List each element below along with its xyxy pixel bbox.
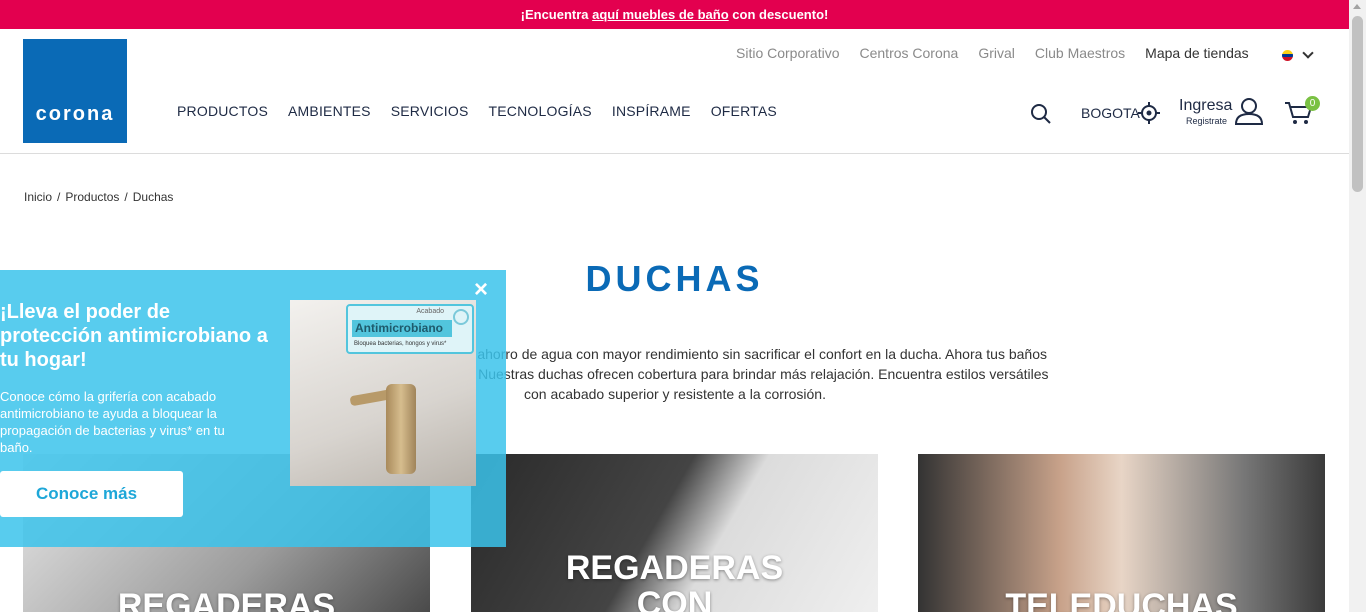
antimicrobial-faucet-image: Acabado Antimicrobiano Bloquea bacterias… bbox=[290, 300, 476, 486]
card-title: REGADERAS bbox=[117, 587, 336, 612]
promo-text-pre: ¡Encuentra bbox=[520, 7, 593, 22]
nav-servicios[interactable]: SERVICIOS bbox=[391, 103, 469, 119]
promo-text-post: con descuento! bbox=[728, 7, 829, 22]
nav-productos[interactable]: PRODUCTOS bbox=[177, 103, 268, 119]
badge-sub: Bloquea bacterias, hongos y virus* bbox=[354, 341, 447, 347]
user-icon[interactable] bbox=[1234, 97, 1264, 125]
register-link[interactable]: Registrate bbox=[1186, 116, 1227, 126]
cart-count-badge: 0 bbox=[1305, 96, 1320, 111]
badge-top: Acabado bbox=[416, 308, 444, 315]
category-card-teleduchas[interactable]: TELEDUCHAS bbox=[918, 454, 1325, 612]
badge-title: Antimicrobiano bbox=[352, 320, 452, 337]
top-link-mapa[interactable]: Mapa de tiendas bbox=[1145, 45, 1249, 61]
corona-logo[interactable]: corona bbox=[23, 39, 127, 143]
scroll-up-arrow[interactable] bbox=[1353, 4, 1361, 9]
site-header: corona Sitio Corporativo Centros Corona … bbox=[0, 29, 1349, 154]
city-selector[interactable]: BOGOTA bbox=[1081, 105, 1140, 121]
popup-title: ¡Lleva el poder de protección antimicrob… bbox=[0, 301, 268, 371]
top-link-corporativo[interactable]: Sitio Corporativo bbox=[736, 45, 840, 61]
login-link[interactable]: Ingresa bbox=[1179, 97, 1232, 115]
category-card-regaderas-con[interactable]: REGADERAS CON bbox=[471, 454, 878, 612]
search-icon[interactable] bbox=[1030, 103, 1052, 125]
promo-bar: ¡Encuentra aquí muebles de baño con desc… bbox=[0, 0, 1349, 29]
promo-link[interactable]: aquí muebles de baño bbox=[592, 7, 729, 22]
faucet-body bbox=[386, 384, 416, 474]
scrollbar[interactable] bbox=[1349, 0, 1366, 612]
card-title: REGADERAS CON bbox=[565, 549, 784, 612]
promo-popup: ¡Lleva el poder de protección antimicrob… bbox=[0, 270, 506, 547]
close-icon[interactable]: × bbox=[474, 278, 488, 302]
top-link-grival[interactable]: Grival bbox=[978, 45, 1015, 61]
top-link-centros[interactable]: Centros Corona bbox=[860, 45, 959, 61]
shield-icon bbox=[453, 309, 469, 325]
location-target-icon[interactable] bbox=[1138, 102, 1160, 124]
breadcrumb-home[interactable]: Inicio bbox=[24, 190, 52, 204]
colombia-flag-icon[interactable] bbox=[1282, 50, 1293, 61]
conoce-mas-button[interactable]: Conoce más bbox=[0, 471, 183, 517]
top-link-club[interactable]: Club Maestros bbox=[1035, 45, 1125, 61]
nav-inspirame[interactable]: INSPÍRAME bbox=[612, 103, 691, 119]
breadcrumb: Inicio / Productos / Duchas bbox=[24, 190, 173, 204]
breadcrumb-separator: / bbox=[124, 190, 128, 204]
breadcrumb-products[interactable]: Productos bbox=[65, 190, 119, 204]
antimicrobial-badge: Acabado Antimicrobiano Bloquea bacterias… bbox=[346, 304, 474, 354]
scrollbar-thumb[interactable] bbox=[1352, 16, 1363, 192]
popup-text: Conoce cómo la grifería con acabado anti… bbox=[0, 389, 225, 455]
breadcrumb-separator: / bbox=[57, 190, 61, 204]
breadcrumb-current: Duchas bbox=[132, 190, 174, 204]
top-links: Sitio Corporativo Centros Corona Grival … bbox=[736, 45, 1249, 61]
card-title: TELEDUCHAS bbox=[1005, 587, 1238, 612]
nav-ofertas[interactable]: OFERTAS bbox=[711, 103, 777, 119]
nav-tecnologias[interactable]: TECNOLOGÍAS bbox=[489, 103, 592, 119]
nav-ambientes[interactable]: AMBIENTES bbox=[288, 103, 371, 119]
logo-text: corona bbox=[35, 103, 115, 125]
chevron-down-icon[interactable] bbox=[1302, 47, 1314, 59]
main-nav: PRODUCTOS AMBIENTES SERVICIOS TECNOLOGÍA… bbox=[177, 103, 777, 119]
